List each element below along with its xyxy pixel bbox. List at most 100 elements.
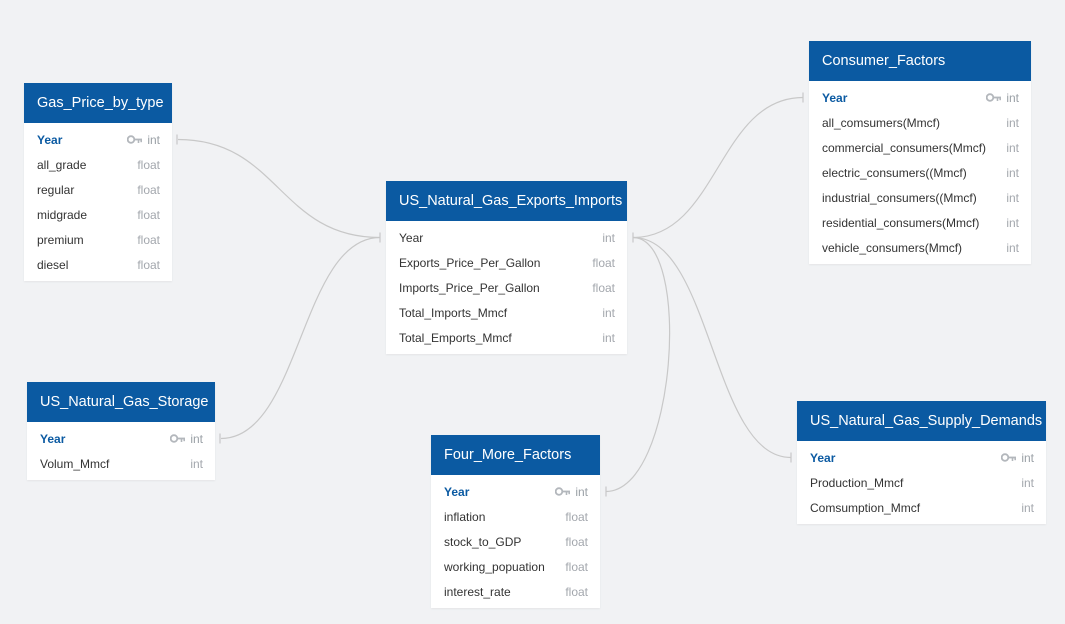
column-name: industrial_consumers((Mmcf) — [822, 190, 977, 205]
column-type: float — [137, 182, 160, 197]
column-row-industrial-consumers-mmcf[interactable]: industrial_consumers((Mmcf) int — [809, 185, 1031, 210]
column-row-inflation[interactable]: inflation float — [431, 504, 600, 529]
column-type: int — [1006, 115, 1019, 130]
column-type: int — [1021, 500, 1034, 515]
column-row-all-comsumers-mmcf[interactable]: all_comsumers(Mmcf) int — [809, 110, 1031, 135]
column-type: float — [592, 255, 615, 270]
key-icon — [127, 135, 143, 144]
table-us-natural-gas-exports-imports[interactable]: US_Natural_Gas_Exports_Imports Year int Ex… — [386, 181, 627, 354]
column-row-vehicle-consumers-mmcf[interactable]: vehicle_consumers(Mmcf) int — [809, 235, 1031, 260]
column-row-all-grade[interactable]: all_grade float — [24, 152, 172, 177]
column-row-stock-to-gdp[interactable]: stock_to_GDP float — [431, 529, 600, 554]
column-name: midgrade — [37, 207, 88, 222]
column-row-residential-consumers-mmcf[interactable]: residential_consumers(Mmcf) int — [809, 210, 1031, 235]
column-row-premium[interactable]: premium float — [24, 227, 172, 252]
column-type: int — [1021, 475, 1034, 490]
column-type: int — [1006, 90, 1019, 105]
column-name: Production_Mmcf — [810, 475, 904, 490]
column-row-exports-price-per-gallon[interactable]: Exports_Price_Per_Gallon float — [386, 250, 627, 275]
column-row-year[interactable]: Year int — [431, 479, 600, 504]
column-name: Year — [810, 450, 836, 465]
column-type: int — [575, 484, 588, 499]
column-type: int — [602, 305, 615, 320]
key-icon — [555, 487, 571, 496]
column-row-year[interactable]: Year int — [24, 127, 172, 152]
column-meta: float — [565, 510, 588, 524]
column-row-working-popuation[interactable]: working_popuation float — [431, 554, 600, 579]
column-type: float — [592, 280, 615, 295]
column-name: Year — [444, 484, 470, 499]
diagram-canvas[interactable]: Gas_Price_by_type Year int all_grade float r… — [0, 0, 1065, 624]
column-list: Year int Production_Mmcf int Comsumption_Mmc… — [797, 441, 1046, 524]
column-type: float — [137, 257, 160, 272]
column-type: float — [565, 584, 588, 599]
column-row-year[interactable]: Year int — [386, 225, 627, 250]
column-type: float — [565, 559, 588, 574]
table-title[interactable]: US_Natural_Gas_Storage — [27, 382, 215, 422]
column-meta: int — [555, 485, 588, 499]
column-type: int — [1021, 450, 1034, 465]
column-meta: int — [986, 91, 1019, 105]
column-row-electric-consumers-mmcf[interactable]: electric_consumers((Mmcf) int — [809, 160, 1031, 185]
column-meta: float — [137, 158, 160, 172]
column-row-regular[interactable]: regular float — [24, 177, 172, 202]
column-row-total-emports-mmcf[interactable]: Total_Emports_Mmcf int — [386, 325, 627, 350]
column-row-midgrade[interactable]: midgrade float — [24, 202, 172, 227]
column-row-volum-mmcf[interactable]: Volum_Mmcf int — [27, 451, 215, 476]
column-name: Year — [40, 431, 66, 446]
column-meta: int — [1006, 191, 1019, 205]
column-meta: float — [137, 258, 160, 272]
connector-exports-imports-to-consumer-factors[interactable] — [632, 96, 804, 239]
column-meta: float — [592, 281, 615, 295]
column-meta: float — [137, 208, 160, 222]
column-type: float — [137, 157, 160, 172]
table-us-natural-gas-supply-demands[interactable]: US_Natural_Gas_Supply_Demands Year int Pro… — [797, 401, 1046, 524]
column-row-year[interactable]: Year int — [27, 426, 215, 451]
column-type: int — [602, 230, 615, 245]
table-title[interactable]: Gas_Price_by_type — [24, 83, 172, 123]
table-title[interactable]: Four_More_Factors — [431, 435, 600, 475]
column-row-interest-rate[interactable]: interest_rate float — [431, 579, 600, 604]
column-meta: float — [565, 560, 588, 574]
column-row-commercial-consumers-mmcf[interactable]: commercial_consumers(Mmcf) int — [809, 135, 1031, 160]
table-title[interactable]: US_Natural_Gas_Exports_Imports — [386, 181, 627, 221]
column-meta: float — [565, 535, 588, 549]
column-type: float — [565, 534, 588, 549]
column-name: Year — [822, 90, 848, 105]
table-title[interactable]: Consumer_Factors — [809, 41, 1031, 81]
key-icon — [1001, 453, 1017, 462]
column-meta: int — [1021, 501, 1034, 515]
column-name: Year — [399, 230, 424, 245]
column-meta: float — [565, 585, 588, 599]
column-type: float — [137, 207, 160, 222]
column-meta: int — [602, 306, 615, 320]
column-row-comsumption-mmcf[interactable]: Comsumption_Mmcf int — [797, 495, 1046, 520]
column-type: int — [1006, 165, 1019, 180]
connector-storage-to-exports-imports[interactable] — [220, 236, 381, 440]
column-row-imports-price-per-gallon[interactable]: Imports_Price_Per_Gallon float — [386, 275, 627, 300]
column-row-year[interactable]: Year int — [809, 85, 1031, 110]
connector-exports-imports-to-supply-demands[interactable] — [632, 236, 792, 459]
column-name: working_popuation — [444, 559, 545, 574]
column-list: Year int Exports_Price_Per_Gallon float Impo… — [386, 221, 627, 354]
column-meta: float — [137, 183, 160, 197]
column-row-production-mmcf[interactable]: Production_Mmcf int — [797, 470, 1046, 495]
column-name: Total_Emports_Mmcf — [399, 330, 512, 345]
column-row-year[interactable]: Year int — [797, 445, 1046, 470]
column-name: Volum_Mmcf — [40, 456, 110, 471]
column-meta: int — [170, 432, 203, 446]
column-row-total-imports-mmcf[interactable]: Total_Imports_Mmcf int — [386, 300, 627, 325]
table-gas-price-by-type[interactable]: Gas_Price_by_type Year int all_grade float r… — [24, 83, 172, 281]
column-name: Exports_Price_Per_Gallon — [399, 255, 541, 270]
column-list: Year int all_comsumers(Mmcf) int commercial_… — [809, 81, 1031, 264]
column-type: int — [147, 132, 160, 147]
connector-gas-price-to-exports-imports[interactable] — [177, 138, 381, 239]
column-meta: int — [1006, 166, 1019, 180]
table-us-natural-gas-storage[interactable]: US_Natural_Gas_Storage Year int Volum_Mmcf… — [27, 382, 215, 480]
column-type: int — [190, 431, 203, 446]
table-title[interactable]: US_Natural_Gas_Supply_Demands — [797, 401, 1046, 441]
column-row-diesel[interactable]: diesel float — [24, 252, 172, 277]
table-four-more-factors[interactable]: Four_More_Factors Year int inflation float s… — [431, 435, 600, 608]
table-consumer-factors[interactable]: Consumer_Factors Year int all_comsumers(Mm… — [809, 41, 1031, 264]
column-type: float — [137, 232, 160, 247]
